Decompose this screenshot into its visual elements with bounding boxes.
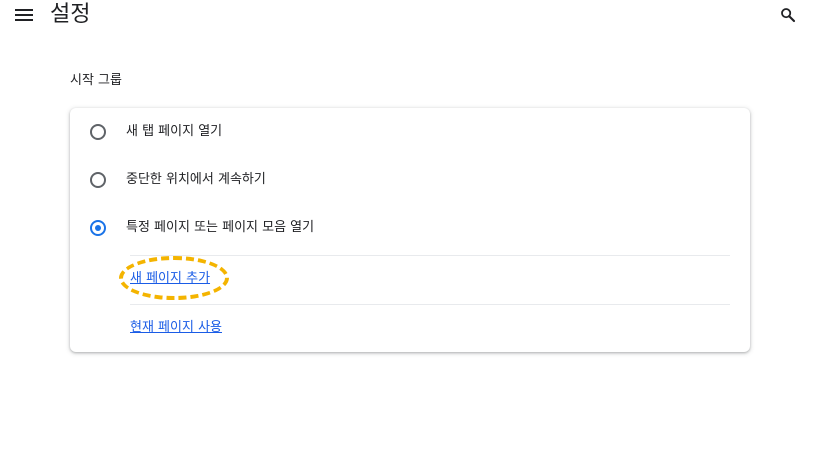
option-label-new-tab: 새 탭 페이지 열기 [126,124,223,139]
divider [130,255,730,256]
search-icon[interactable] [779,6,797,24]
startup-option-specific-pages[interactable]: 특정 페이지 또는 페이지 모음 열기 [70,213,750,243]
option-label-specific-pages: 특정 페이지 또는 페이지 모음 열기 [126,220,315,235]
radio-new-tab[interactable] [90,124,106,140]
use-current-pages-link[interactable]: 현재 페이지 사용 [130,318,222,338]
option-label-continue: 중단한 위치에서 계속하기 [126,172,266,187]
add-new-page-link[interactable]: 새 페이지 추가 [130,269,210,289]
divider [130,304,730,305]
startup-options-card: 새 탭 페이지 열기 중단한 위치에서 계속하기 특정 페이지 또는 페이지 모… [70,108,750,352]
hamburger-menu-icon[interactable] [15,8,33,22]
startup-option-new-tab[interactable]: 새 탭 페이지 열기 [70,117,750,147]
section-title-startup: 시작 그룹 [70,73,122,88]
startup-option-continue[interactable]: 중단한 위치에서 계속하기 [70,165,750,195]
radio-continue[interactable] [90,172,106,188]
top-bar: 설정 [0,0,817,36]
page-title: 설정 [50,2,91,27]
radio-specific-pages[interactable] [90,220,106,236]
